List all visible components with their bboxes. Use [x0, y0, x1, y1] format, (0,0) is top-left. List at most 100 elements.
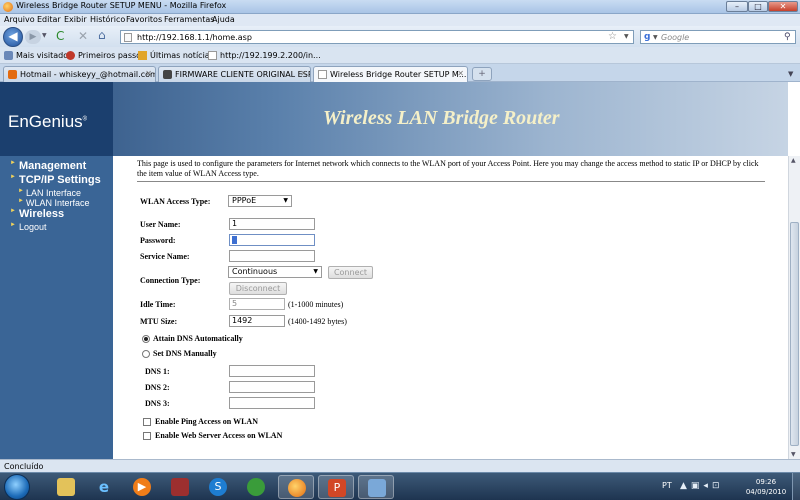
- menu-ferramentas[interactable]: Ferramentas: [164, 15, 214, 24]
- firefox-icon: [288, 479, 306, 497]
- bookmark-primeiros-passos[interactable]: Primeiros passos: [78, 51, 145, 60]
- taskbar-messenger[interactable]: [238, 475, 274, 499]
- close-tab-icon[interactable]: ✕: [145, 69, 152, 78]
- nav-label: TCP/IP Settings: [19, 174, 101, 186]
- connect-button[interactable]: Connect: [328, 266, 373, 279]
- language-indicator[interactable]: PT: [662, 481, 672, 490]
- idle-time-field[interactable]: 5: [229, 298, 285, 310]
- tab-firmware[interactable]: FIRMWARE CLIENTE ORIGINAL ESR... ✕: [158, 66, 311, 82]
- search-input[interactable]: g ▼ Google ⚲: [640, 30, 796, 44]
- menu-exibir[interactable]: Exibir: [64, 15, 87, 24]
- start-button[interactable]: [4, 474, 30, 500]
- bullet-icon: ►: [10, 174, 16, 180]
- menu-ajuda[interactable]: Ajuda: [212, 15, 235, 24]
- taskbar-ie[interactable]: e: [86, 475, 122, 499]
- powerpoint-icon: P: [328, 479, 346, 497]
- new-tab-button[interactable]: +: [472, 67, 492, 81]
- menu-favoritos[interactable]: Favoritos: [126, 15, 162, 24]
- internet-explorer-icon: e: [98, 478, 110, 496]
- nav-logout[interactable]: ► Logout: [10, 222, 47, 232]
- media-player-icon: ▶: [133, 478, 151, 496]
- google-icon[interactable]: g: [644, 32, 650, 42]
- window-title-bar: Wireless Bridge Router SETUP MENU - Mozi…: [0, 0, 800, 14]
- page-description: This page is used to configure the param…: [137, 159, 759, 178]
- menu-editar[interactable]: Editar: [37, 15, 61, 24]
- hotmail-icon: [8, 70, 17, 79]
- menu-bar: Arquivo Editar Exibir Histórico Favorito…: [0, 14, 800, 26]
- stop-icon[interactable]: ✕: [78, 30, 88, 42]
- nav-management[interactable]: ► Management: [10, 160, 86, 172]
- address-text[interactable]: http://192.168.1.1/home.asp: [137, 33, 252, 42]
- taskbar-app[interactable]: [162, 475, 198, 499]
- nav-lan-interface[interactable]: ► LAN Interface: [18, 188, 81, 198]
- access-type-select[interactable]: PPPoE ▼: [228, 195, 292, 207]
- nav-label: LAN Interface: [26, 188, 82, 198]
- taskbar-powerpoint[interactable]: P: [318, 475, 354, 499]
- clock[interactable]: 09:26 04/09/2010: [742, 477, 790, 497]
- dns1-field[interactable]: [229, 365, 315, 377]
- dns-auto-radio[interactable]: [142, 335, 150, 343]
- mtu-size-field[interactable]: 1492: [229, 315, 285, 327]
- forum-icon: [163, 70, 172, 79]
- taskbar-explorer[interactable]: [48, 475, 84, 499]
- disconnect-button[interactable]: Disconnect: [229, 282, 287, 295]
- access-type-value: PPPoE: [232, 196, 257, 205]
- address-dropdown-icon[interactable]: ▼: [624, 33, 629, 40]
- reload-icon[interactable]: C: [56, 30, 64, 42]
- nav-label: Logout: [19, 222, 47, 232]
- dns3-field[interactable]: [229, 397, 315, 409]
- vertical-scrollbar[interactable]: ▲ ▼: [788, 156, 800, 459]
- bookmark-ip[interactable]: http://192.199.2.200/in...: [220, 51, 321, 60]
- app-icon: [171, 478, 189, 496]
- username-field[interactable]: 1: [229, 218, 315, 230]
- menu-historico[interactable]: Histórico: [90, 15, 125, 24]
- close-window-button[interactable]: ✕: [768, 1, 798, 12]
- taskbar-firefox[interactable]: [278, 475, 314, 499]
- dns-manual-radio[interactable]: [142, 350, 150, 358]
- connection-type-value: Continuous: [232, 267, 278, 276]
- tab-hotmail[interactable]: Hotmail - whiskeyy_@hotmail.com ... ✕: [3, 66, 156, 82]
- password-field[interactable]: [229, 234, 315, 246]
- bookmark-mais-visitados[interactable]: Mais visitados: [16, 51, 72, 60]
- forward-arrow-icon[interactable]: ▶: [25, 30, 41, 44]
- bookmark-star-icon[interactable]: ☆: [608, 31, 617, 42]
- bookmark-ultimas-noticias[interactable]: Últimas notícias: [150, 51, 214, 60]
- page-content: EnGenius® Wireless LAN Bridge Router ► Ma…: [0, 82, 800, 459]
- search-icon[interactable]: ⚲: [784, 32, 791, 42]
- taskbar-skype[interactable]: S: [200, 475, 236, 499]
- home-icon[interactable]: ⌂: [98, 29, 106, 42]
- scroll-down-icon[interactable]: ▼: [791, 451, 796, 458]
- web-access-checkbox[interactable]: [143, 432, 151, 440]
- address-bar[interactable]: http://192.168.1.1/home.asp ☆ ▼: [120, 30, 634, 44]
- ping-access-checkbox[interactable]: [143, 418, 151, 426]
- taskbar-media-player[interactable]: ▶: [124, 475, 160, 499]
- minimize-button[interactable]: –: [726, 1, 748, 12]
- page-icon: [318, 70, 327, 79]
- maximize-button[interactable]: □: [748, 1, 768, 12]
- search-engine-dropdown-icon[interactable]: ▼: [653, 34, 658, 41]
- connection-type-select[interactable]: Continuous ▼: [228, 266, 322, 278]
- nav-wireless[interactable]: ► Wireless: [10, 208, 64, 220]
- nav-tcpip-settings[interactable]: ► TCP/IP Settings: [10, 174, 101, 186]
- chevron-down-icon: ▼: [313, 268, 318, 275]
- scroll-up-icon[interactable]: ▲: [791, 157, 796, 164]
- tab-router-setup[interactable]: Wireless Bridge Router SETUP M... ✕: [313, 66, 468, 83]
- scrollbar-thumb[interactable]: [790, 222, 799, 446]
- service-name-label: Service Name:: [140, 252, 190, 261]
- dns2-field[interactable]: [229, 381, 315, 393]
- nav-wlan-interface[interactable]: ► WLAN Interface: [18, 198, 90, 208]
- logo-text: EnGenius: [8, 112, 83, 131]
- back-arrow-icon[interactable]: ◀: [3, 27, 23, 47]
- show-desktop-button[interactable]: [792, 473, 800, 500]
- taskbar-paint[interactable]: [358, 475, 394, 499]
- logo-area: EnGenius®: [0, 82, 113, 156]
- history-dropdown-icon[interactable]: ▼: [42, 32, 47, 39]
- system-tray[interactable]: ▲▣◂⊡: [680, 481, 723, 491]
- service-name-field[interactable]: [229, 250, 315, 262]
- close-tab-icon[interactable]: ✕: [300, 69, 307, 78]
- tab-list-icon[interactable]: ▼: [788, 70, 793, 78]
- close-tab-icon[interactable]: ✕: [457, 69, 464, 78]
- tab-label: FIRMWARE CLIENTE ORIGINAL ESR...: [175, 70, 311, 79]
- menu-arquivo[interactable]: Arquivo: [4, 15, 35, 24]
- mtu-size-hint: (1400-1492 bytes): [288, 317, 347, 326]
